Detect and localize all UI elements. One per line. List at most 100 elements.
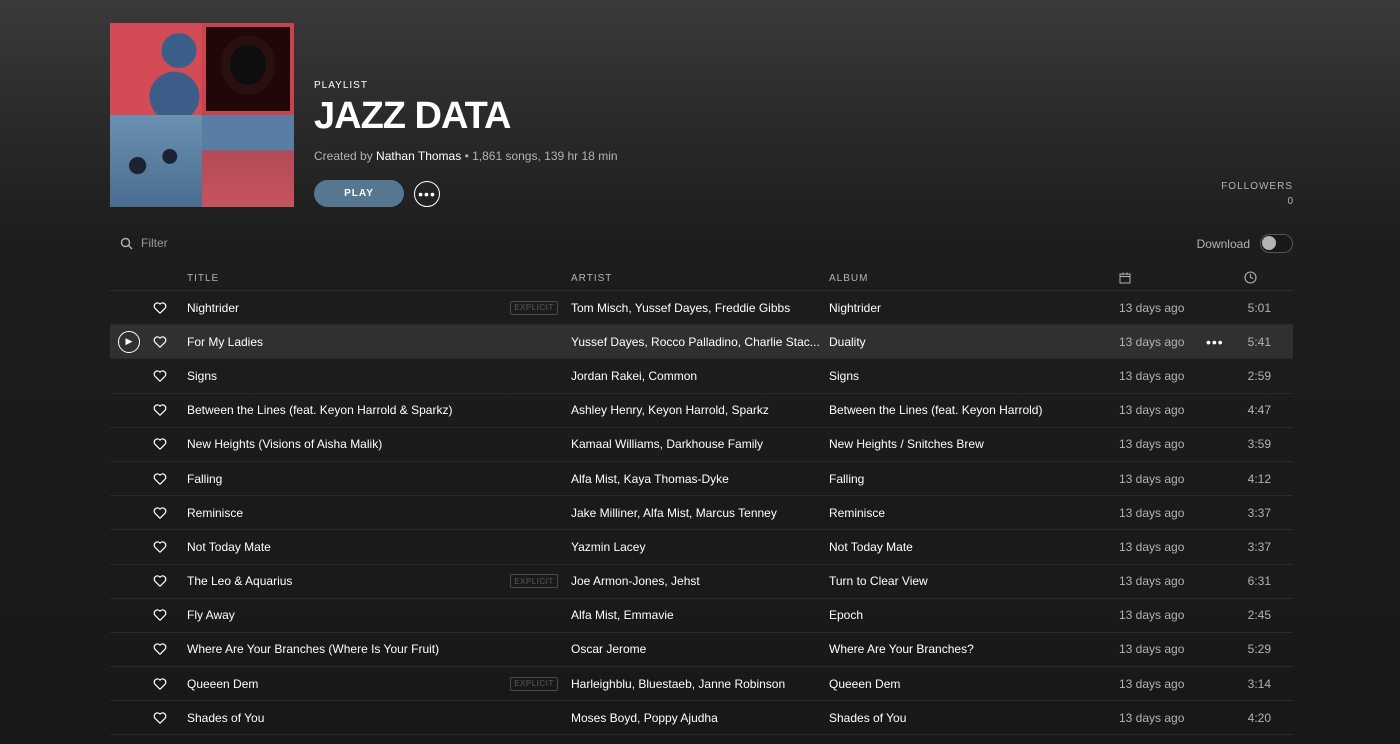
table-row[interactable]: Where Are Your Branches (Where Is Your F… bbox=[110, 633, 1293, 668]
clock-icon bbox=[1244, 271, 1257, 284]
track-duration: 4:47 bbox=[1247, 403, 1271, 418]
play-button[interactable]: PLAY bbox=[314, 180, 404, 207]
track-artist[interactable]: Joe Armon-Jones, Jehst bbox=[571, 574, 821, 588]
track-added-date: 13 days ago bbox=[1119, 300, 1185, 315]
table-row[interactable]: The Leo & Aquarius EXPLICIT Joe Armon-Jo… bbox=[110, 565, 1293, 599]
track-artist[interactable]: Kamaal Williams, Darkhouse Family bbox=[571, 437, 821, 451]
playlist-owner-link[interactable]: Nathan Thomas bbox=[376, 149, 461, 163]
heart-icon[interactable] bbox=[153, 574, 167, 588]
track-artist[interactable]: Tom Misch, Yussef Dayes, Freddie Gibbs bbox=[571, 301, 821, 315]
track-added-date: 13 days ago bbox=[1119, 368, 1185, 383]
track-album[interactable]: Signs bbox=[829, 369, 1079, 383]
track-artist[interactable]: Alfa Mist, Emmavie bbox=[571, 608, 821, 622]
table-row[interactable]: Falling Alfa Mist, Kaya Thomas-Dyke Fall… bbox=[110, 462, 1293, 497]
heart-icon[interactable] bbox=[153, 403, 167, 417]
column-header-artist[interactable]: ARTIST bbox=[571, 273, 612, 284]
heart-icon[interactable] bbox=[153, 369, 167, 383]
explicit-badge: EXPLICIT bbox=[510, 676, 558, 691]
download-toggle[interactable] bbox=[1260, 234, 1293, 253]
table-row[interactable]: Queeen Dem EXPLICIT Harleighblu, Bluesta… bbox=[110, 667, 1293, 702]
track-added-date: 13 days ago bbox=[1119, 403, 1185, 418]
track-duration: 3:14 bbox=[1247, 676, 1271, 691]
track-album[interactable]: Reminisce bbox=[829, 506, 1079, 520]
track-album[interactable]: Queeen Dem bbox=[829, 677, 1079, 691]
heart-icon[interactable] bbox=[153, 437, 167, 451]
track-added-date: 13 days ago bbox=[1119, 539, 1185, 554]
track-artist[interactable]: Jake Milliner, Alfa Mist, Marcus Tenney bbox=[571, 506, 821, 520]
table-row[interactable]: Nightrider EXPLICIT Tom Misch, Yussef Da… bbox=[110, 291, 1293, 326]
cover-tile-1 bbox=[110, 23, 202, 115]
followers-block: FOLLOWERS 0 bbox=[1221, 181, 1293, 207]
track-album[interactable]: Epoch bbox=[829, 608, 1079, 622]
track-added-date: 13 days ago bbox=[1119, 505, 1185, 520]
track-duration: 3:37 bbox=[1247, 539, 1271, 554]
track-duration: 6:31 bbox=[1247, 574, 1271, 589]
track-album[interactable]: Shades of You bbox=[829, 711, 1079, 725]
track-title: Between the Lines (feat. Keyon Harrold &… bbox=[187, 403, 453, 418]
filter-input[interactable]: Filter bbox=[120, 236, 168, 250]
explicit-badge: EXPLICIT bbox=[510, 574, 558, 589]
track-artist[interactable]: Jordan Rakei, Common bbox=[571, 369, 821, 383]
track-title: Not Today Mate bbox=[187, 539, 271, 554]
table-row[interactable]: Reminisce Jake Milliner, Alfa Mist, Marc… bbox=[110, 496, 1293, 531]
track-added-date: 13 days ago bbox=[1119, 334, 1185, 349]
tracklist-table: TITLE ARTIST ALBUM Nightrider EXPLICIT T… bbox=[110, 268, 1293, 736]
track-added-date: 13 days ago bbox=[1119, 437, 1185, 452]
filter-placeholder: Filter bbox=[141, 236, 168, 250]
table-row[interactable]: New Heights (Visions of Aisha Malik) Kam… bbox=[110, 428, 1293, 462]
column-header-title[interactable]: TITLE bbox=[187, 273, 219, 284]
track-artist[interactable]: Alfa Mist, Kaya Thomas-Dyke bbox=[571, 472, 821, 486]
calendar-icon bbox=[1119, 272, 1131, 284]
track-duration: 4:12 bbox=[1247, 471, 1271, 486]
track-album[interactable]: Not Today Mate bbox=[829, 540, 1079, 554]
track-album[interactable]: Turn to Clear View bbox=[829, 574, 1079, 588]
track-artist[interactable]: Ashley Henry, Keyon Harrold, Sparkz bbox=[571, 403, 821, 417]
track-added-date: 13 days ago bbox=[1119, 676, 1185, 691]
column-header-added[interactable] bbox=[1119, 272, 1131, 287]
playlist-header: PLAYLIST JAZZ DATA Created by Nathan Tho… bbox=[110, 23, 1293, 208]
track-album[interactable]: Nightrider bbox=[829, 301, 1079, 315]
table-row[interactable]: Not Today Mate Yazmin Lacey Not Today Ma… bbox=[110, 530, 1293, 565]
table-row[interactable]: Shades of You Moses Boyd, Poppy Ajudha S… bbox=[110, 701, 1293, 736]
column-header-duration[interactable] bbox=[1244, 271, 1257, 287]
heart-icon[interactable] bbox=[153, 506, 167, 520]
track-title: For My Ladies bbox=[187, 334, 264, 349]
heart-icon[interactable] bbox=[153, 677, 167, 691]
track-title: Fly Away bbox=[187, 608, 235, 623]
track-artist[interactable]: Moses Boyd, Poppy Ajudha bbox=[571, 711, 821, 725]
heart-icon[interactable] bbox=[153, 472, 167, 486]
tracklist-rows: Nightrider EXPLICIT Tom Misch, Yussef Da… bbox=[110, 291, 1293, 736]
track-album[interactable]: Where Are Your Branches? bbox=[829, 642, 1079, 656]
heart-icon[interactable] bbox=[153, 335, 167, 349]
play-track-button[interactable]: ▶ bbox=[118, 330, 140, 353]
heart-icon[interactable] bbox=[153, 540, 167, 554]
track-more-icon[interactable]: ••• bbox=[1206, 334, 1226, 350]
track-artist[interactable]: Yazmin Lacey bbox=[571, 540, 821, 554]
track-title: Nightrider bbox=[187, 300, 240, 315]
more-options-button[interactable]: ••• bbox=[414, 181, 440, 207]
table-row[interactable]: Signs Jordan Rakei, Common Signs 13 days… bbox=[110, 359, 1293, 394]
track-title: New Heights (Visions of Aisha Malik) bbox=[187, 437, 383, 452]
heart-icon[interactable] bbox=[153, 301, 167, 315]
heart-icon[interactable] bbox=[153, 711, 167, 725]
track-artist[interactable]: Oscar Jerome bbox=[571, 642, 821, 656]
more-icon: ••• bbox=[418, 186, 436, 202]
track-album[interactable]: Falling bbox=[829, 472, 1079, 486]
track-title: Where Are Your Branches (Where Is Your F… bbox=[187, 642, 440, 657]
heart-icon[interactable] bbox=[153, 642, 167, 656]
track-duration: 2:45 bbox=[1247, 608, 1271, 623]
track-album[interactable]: Between the Lines (feat. Keyon Harrold) bbox=[829, 403, 1079, 417]
playlist-title: JAZZ DATA bbox=[314, 95, 511, 137]
table-row[interactable]: Fly Away Alfa Mist, Emmavie Epoch 13 day… bbox=[110, 599, 1293, 633]
track-duration: 3:59 bbox=[1247, 437, 1271, 452]
track-album[interactable]: Duality bbox=[829, 335, 1079, 349]
table-row[interactable]: Between the Lines (feat. Keyon Harrold &… bbox=[110, 394, 1293, 428]
column-header-album[interactable]: ALBUM bbox=[829, 273, 868, 284]
heart-icon[interactable] bbox=[153, 608, 167, 622]
track-artist[interactable]: Harleighblu, Bluestaeb, Janne Robinson bbox=[571, 677, 821, 691]
track-added-date: 13 days ago bbox=[1119, 471, 1185, 486]
track-artist[interactable]: Yussef Dayes, Rocco Palladino, Charlie S… bbox=[571, 335, 821, 349]
track-added-date: 13 days ago bbox=[1119, 710, 1185, 725]
table-row[interactable]: ▶ For My Ladies Yussef Dayes, Rocco Pall… bbox=[110, 325, 1293, 360]
track-album[interactable]: New Heights / Snitches Brew bbox=[829, 437, 1079, 451]
